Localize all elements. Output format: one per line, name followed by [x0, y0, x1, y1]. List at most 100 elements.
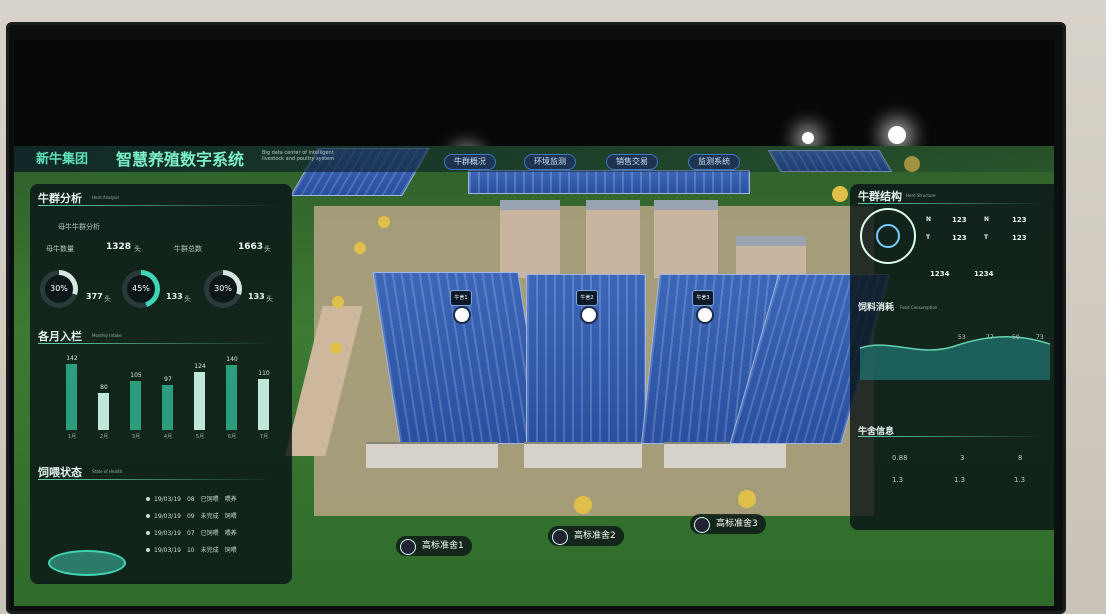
nav-tab-environment[interactable]: 环境监测 — [524, 154, 576, 170]
bar-6 — [226, 365, 237, 430]
barn-2-pin[interactable]: 牛舍2 — [576, 290, 598, 306]
feed-value-4: 73 — [1036, 334, 1044, 341]
row-number: 07 — [186, 530, 195, 537]
env-item-2: 1.3 — [892, 476, 904, 484]
stat-v4: 123 — [1012, 234, 1027, 242]
env-item-5: 8 — [1018, 454, 1023, 462]
gauge-1-value: 377 — [86, 292, 103, 301]
gauge-1: 30% — [40, 270, 78, 308]
stat-v2: 123 — [1012, 216, 1027, 224]
cow-icon — [694, 517, 710, 533]
row-status: 已饲喂 — [200, 496, 219, 503]
bar-3 — [130, 381, 141, 430]
gauge-2-unit: 头 — [184, 295, 191, 303]
status-dot-icon — [146, 497, 150, 501]
bar-label-1: 1月 — [67, 434, 77, 440]
row-number: 10 — [186, 547, 195, 554]
herd-analysis-title: 牛群分析 — [38, 192, 82, 205]
row-date: 19/03/19 — [154, 530, 181, 537]
building — [586, 200, 640, 278]
nav-tab-monitoring[interactable]: 监测系统 — [688, 154, 740, 170]
status-dot-icon — [146, 514, 150, 518]
env-item-4: 1.3 — [1014, 476, 1026, 484]
gauge-2-value: 133 — [166, 292, 183, 301]
row-date: 19/03/19 — [154, 513, 181, 520]
stage-light — [802, 132, 814, 144]
stat-v6: 1234 — [974, 270, 994, 278]
herd-legend-label: 母牛牛群分析 — [58, 223, 100, 231]
brand-name: 新牛集团 — [36, 152, 89, 167]
bar-label-6: 6月 — [227, 434, 237, 440]
row-status: 已饲喂 — [200, 530, 219, 537]
divider — [858, 203, 1048, 204]
bar-value-5: 124 — [194, 363, 206, 370]
cow-icon — [552, 529, 568, 545]
feeding-row[interactable]: 19/03/19 08 已饲喂 喂养 — [146, 494, 243, 503]
feed-consumption-subtitle: Feed Consumption — [900, 305, 938, 310]
row-date: 19/03/19 — [154, 496, 181, 503]
barn-2-badge-icon[interactable] — [580, 306, 598, 324]
gauge-3: 30% — [204, 270, 242, 308]
stat2-value: 1663 — [238, 242, 264, 252]
row-type: 饲喂 — [224, 513, 237, 520]
bar-label-7: 7月 — [259, 434, 269, 440]
bar-label-3: 3月 — [131, 434, 141, 440]
feeding-row[interactable]: 19/03/19 09 未完成 饲喂 — [146, 511, 243, 520]
row-type: 饲喂 — [224, 547, 237, 554]
tree — [574, 496, 592, 514]
bar-value-2: 80 — [100, 384, 108, 391]
bar-7 — [258, 379, 269, 430]
bar-value-1: 142 — [66, 355, 78, 362]
building — [736, 236, 806, 276]
zone-button-3[interactable]: 高标准舍3 — [690, 514, 766, 534]
feeding-ring-icon — [48, 550, 126, 576]
row-type: 喂养 — [224, 530, 237, 537]
stat2-label: 牛群总数 — [174, 245, 202, 253]
nav-tab-herd[interactable]: 牛群概况 — [444, 154, 496, 170]
stat-v3: 123 — [952, 234, 967, 242]
stat-k2: N — [984, 216, 990, 223]
tree — [378, 216, 390, 228]
barn-3-pin[interactable]: 牛舍3 — [692, 290, 714, 306]
bar-4 — [162, 385, 173, 430]
tree — [330, 342, 342, 354]
bar-value-3: 105 — [130, 372, 142, 379]
feeding-row[interactable]: 19/03/19 10 未完成 饲喂 — [146, 545, 243, 554]
divider — [38, 205, 278, 206]
feeding-row[interactable]: 19/03/19 07 已饲喂 喂养 — [146, 528, 243, 537]
nav-tab-sales[interactable]: 销售交易 — [606, 154, 658, 170]
zone-button-1[interactable]: 高标准舍1 — [396, 536, 472, 556]
barn-2-wall — [524, 442, 642, 468]
tree — [832, 186, 848, 202]
feed-value-2: 77 — [986, 334, 994, 341]
status-dot-icon — [146, 548, 150, 552]
page-title: 智慧养殖数字系统 — [116, 150, 245, 169]
env-item-3: 1.3 — [954, 476, 966, 484]
bar-value-7: 110 — [258, 370, 270, 377]
row-number: 08 — [186, 496, 195, 503]
barn-1-badge-icon[interactable] — [453, 306, 471, 324]
row-number: 09 — [186, 513, 195, 520]
barn-1-pin[interactable]: 牛舍1 — [450, 290, 472, 306]
bar-label-4: 4月 — [163, 434, 173, 440]
barn-1-wall — [366, 442, 498, 468]
feed-consumption-wave — [860, 336, 1050, 380]
barn-3-wall — [664, 442, 786, 468]
cow-icon — [400, 539, 416, 555]
bar-2 — [98, 393, 109, 430]
stat1-label: 母牛数量 — [46, 245, 74, 253]
barn-3-badge-icon[interactable] — [696, 306, 714, 324]
stat1-value: 1328 — [106, 242, 132, 252]
bar-value-6: 140 — [226, 356, 238, 363]
stat-k1: N — [926, 216, 932, 223]
herd-structure-subtitle: Herd Structure — [906, 193, 936, 198]
zone-button-2[interactable]: 高标准舍2 — [548, 526, 624, 546]
feed-value-1: 53 — [958, 334, 966, 341]
row-status: 未完成 — [200, 513, 219, 520]
env-item-1: 0.88 — [892, 454, 908, 462]
gauge-3-value: 133 — [248, 292, 265, 301]
status-dot-icon — [146, 531, 150, 535]
stat1-unit: 头 — [134, 245, 141, 253]
herd-structure-title: 牛群结构 — [858, 190, 902, 203]
feed-value-3: 50 — [1012, 334, 1020, 341]
